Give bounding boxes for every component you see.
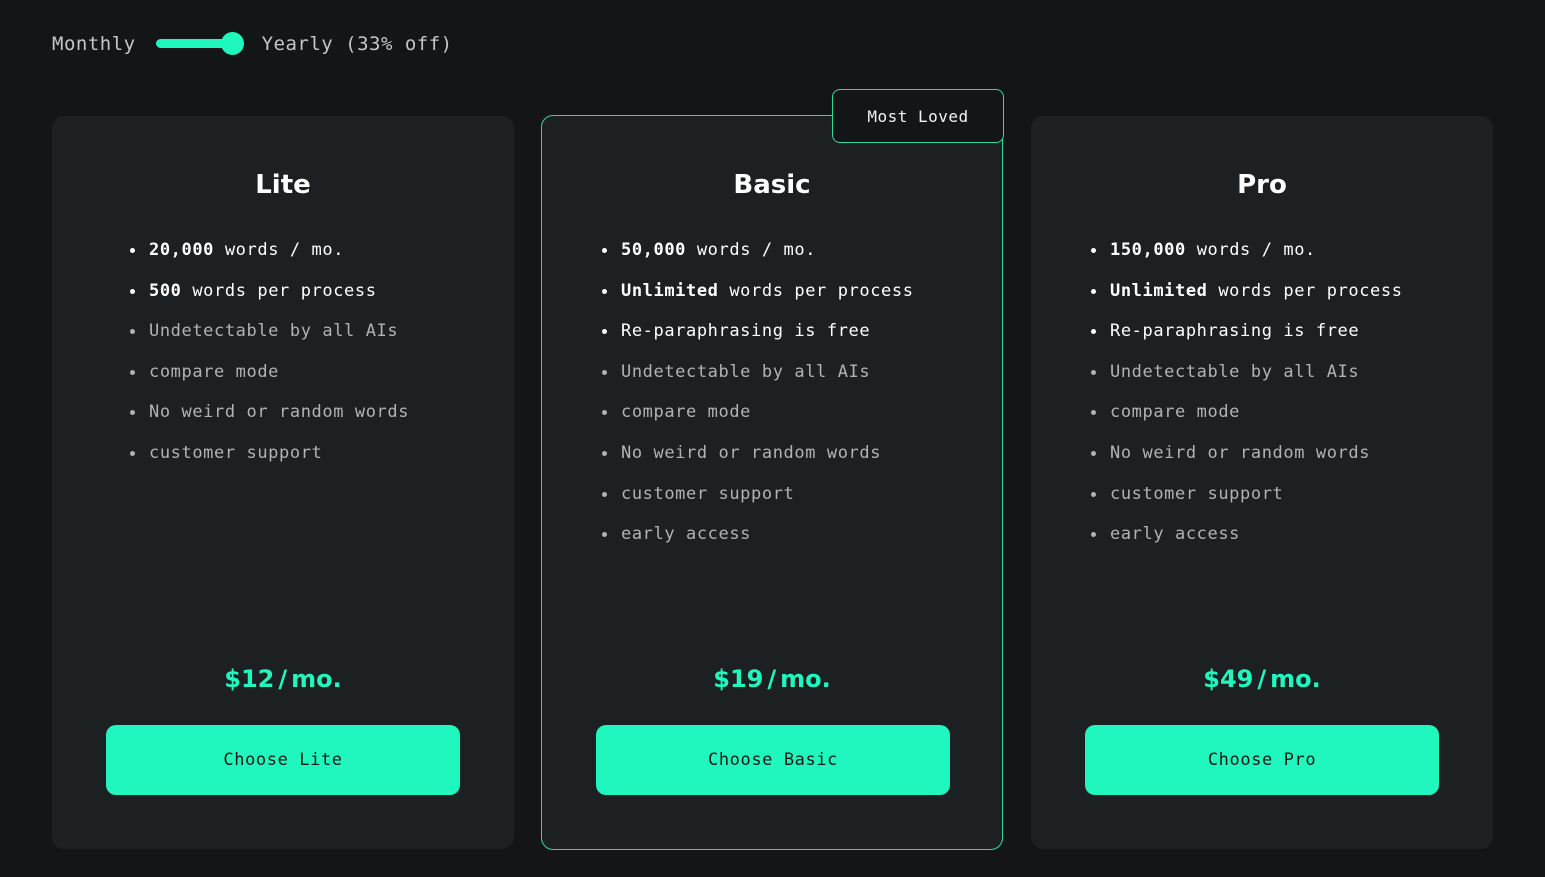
feature-item: compare mode: [602, 392, 982, 433]
feature-item: No weird or random words: [602, 433, 982, 474]
feature-item: customer support: [1091, 474, 1473, 515]
choose-basic-button[interactable]: Choose Basic: [596, 725, 950, 795]
feature-list: 20,000 words / mo. 500 words per process U…: [130, 230, 494, 474]
feature-text: compare mode: [149, 361, 280, 382]
feature-item: 20,000 words / mo.: [130, 230, 494, 271]
feature-item: No weird or random words: [1091, 433, 1473, 474]
feature-item: 50,000 words / mo.: [602, 230, 982, 271]
plan-card-pro: Pro 150,000 words / mo. Unlimited words p…: [1031, 116, 1493, 849]
price-amount: $49: [1203, 665, 1254, 693]
feature-item: Re-paraphrasing is free: [602, 311, 982, 352]
plan-price: $19/mo.: [542, 665, 1002, 693]
feature-emphasis: Unlimited: [1110, 280, 1208, 301]
feature-item: early access: [1091, 514, 1473, 555]
feature-item: customer support: [130, 433, 494, 474]
feature-text: No weird or random words: [621, 442, 882, 463]
choose-lite-button[interactable]: Choose Lite: [106, 725, 460, 795]
plan-title: Pro: [1237, 170, 1287, 200]
feature-emphasis: 150,000: [1110, 240, 1186, 260]
feature-text: words per process: [1207, 280, 1403, 301]
yearly-label[interactable]: Yearly (33% off): [262, 33, 453, 55]
feature-text: customer support: [621, 483, 795, 504]
plan-price: $12/mo.: [52, 665, 514, 693]
feature-text: customer support: [149, 442, 323, 463]
feature-item: Unlimited words per process: [602, 271, 982, 312]
feature-text: Undetectable by all AIs: [621, 361, 871, 382]
plan-title: Lite: [255, 170, 311, 200]
feature-text: words per process: [718, 280, 914, 301]
price-slash: /: [1257, 665, 1267, 693]
feature-text: No weird or random words: [1110, 442, 1371, 463]
feature-text: compare mode: [621, 402, 752, 423]
feature-item: Undetectable by all AIs: [130, 311, 494, 352]
feature-emphasis: 500: [149, 280, 182, 301]
feature-item: Undetectable by all AIs: [1091, 352, 1473, 393]
feature-text: customer support: [1110, 483, 1284, 504]
feature-text: compare mode: [1110, 402, 1241, 423]
plan-title: Basic: [733, 170, 811, 200]
feature-text: Undetectable by all AIs: [1110, 361, 1360, 382]
price-unit: mo.: [780, 665, 831, 693]
feature-item: Undetectable by all AIs: [602, 352, 982, 393]
feature-item: No weird or random words: [130, 392, 494, 433]
price-unit: mo.: [1270, 665, 1321, 693]
feature-text: Re-paraphrasing is free: [1110, 321, 1360, 342]
feature-emphasis: Unlimited: [621, 280, 719, 301]
feature-item: 500 words per process: [130, 271, 494, 312]
price-unit: mo.: [291, 665, 342, 693]
choose-pro-button[interactable]: Choose Pro: [1085, 725, 1439, 795]
feature-text: words / mo.: [1185, 240, 1316, 260]
plan-card-lite: Lite 20,000 words / mo. 500 words per pro…: [52, 116, 514, 849]
monthly-label[interactable]: Monthly: [52, 33, 136, 55]
price-amount: $19: [713, 665, 764, 693]
feature-list: 150,000 words / mo. Unlimited words per p…: [1091, 230, 1473, 555]
plan-price: $49/mo.: [1031, 665, 1493, 693]
feature-item: Re-paraphrasing is free: [1091, 311, 1473, 352]
most-loved-badge: Most Loved: [832, 89, 1004, 143]
price-amount: $12: [224, 665, 275, 693]
feature-item: customer support: [602, 474, 982, 515]
feature-item: compare mode: [1091, 392, 1473, 433]
plan-card-basic: Basic 50,000 words / mo. Unlimited words …: [541, 115, 1003, 850]
feature-text: early access: [1110, 524, 1241, 545]
feature-text: words per process: [181, 280, 377, 301]
feature-text: words / mo.: [686, 240, 817, 260]
feature-text: early access: [621, 524, 752, 545]
feature-emphasis: 20,000: [149, 240, 215, 260]
feature-item: Unlimited words per process: [1091, 271, 1473, 312]
feature-item: 150,000 words / mo.: [1091, 230, 1473, 271]
feature-item: compare mode: [130, 352, 494, 393]
switch-knob[interactable]: [220, 32, 244, 55]
price-slash: /: [278, 665, 288, 693]
feature-text: No weird or random words: [149, 402, 410, 423]
feature-list: 50,000 words / mo. Unlimited words per pr…: [602, 230, 982, 555]
feature-item: early access: [602, 514, 982, 555]
feature-text: Re-paraphrasing is free: [621, 321, 871, 342]
billing-period-switch[interactable]: [154, 31, 244, 57]
feature-text: Undetectable by all AIs: [149, 321, 399, 342]
feature-text: words / mo.: [214, 240, 345, 260]
billing-toggle: Monthly Yearly (33% off): [52, 28, 453, 60]
feature-emphasis: 50,000: [621, 240, 687, 260]
price-slash: /: [767, 665, 777, 693]
